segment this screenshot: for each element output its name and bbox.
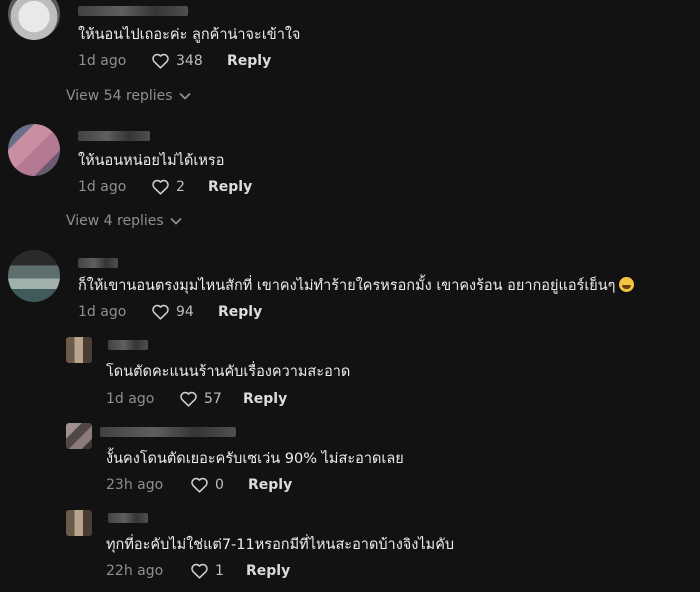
view-replies-label: View 54 replies bbox=[66, 88, 173, 104]
avatar[interactable] bbox=[8, 0, 60, 40]
view-replies-button[interactable]: View 4 replies bbox=[66, 213, 182, 229]
avatar[interactable] bbox=[66, 510, 92, 536]
comment-time: 1d ago bbox=[78, 52, 127, 69]
heart-outline-icon bbox=[191, 477, 208, 493]
comment-text: ก็ให้เขานอนตรงมุมไหนสักที่ เขาคงไม่ทำร้า… bbox=[78, 278, 616, 294]
like-button[interactable]: 348 bbox=[151, 52, 227, 69]
comment-meta: 22h ago 1 Reply bbox=[106, 562, 290, 579]
comment-text: โดนตัดคะแนนร้านคับเรื่องความสะอาด bbox=[106, 364, 351, 380]
like-count: 57 bbox=[204, 390, 222, 407]
reply-button[interactable]: Reply bbox=[246, 563, 290, 579]
like-count: 94 bbox=[176, 303, 194, 320]
heart-outline-icon bbox=[152, 53, 169, 69]
comment-text: งั้นคงโดนตัดเยอะครับเซเว่น 90% ไม่สะอาดเ… bbox=[106, 451, 404, 467]
comment-meta: 1d ago 94 Reply bbox=[78, 303, 262, 320]
username-blurred[interactable] bbox=[108, 340, 148, 350]
username-blurred[interactable] bbox=[78, 6, 188, 16]
like-count: 1 bbox=[215, 562, 224, 579]
like-button[interactable]: 94 bbox=[151, 303, 218, 320]
like-button[interactable]: 0 bbox=[190, 476, 248, 493]
comment-meta: 1d ago 57 Reply bbox=[106, 390, 287, 407]
avatar[interactable] bbox=[66, 423, 92, 449]
like-button[interactable]: 57 bbox=[179, 390, 243, 407]
reply-button[interactable]: Reply bbox=[208, 179, 252, 195]
like-count: 348 bbox=[176, 52, 203, 69]
view-replies-button[interactable]: View 54 replies bbox=[66, 88, 191, 104]
username-blurred[interactable] bbox=[78, 258, 118, 268]
username-blurred[interactable] bbox=[100, 427, 236, 437]
comment-time: 22h ago bbox=[106, 562, 164, 579]
like-button[interactable]: 2 bbox=[151, 178, 208, 195]
heart-outline-icon bbox=[191, 563, 208, 579]
avatar[interactable] bbox=[66, 337, 92, 363]
heart-outline-icon bbox=[152, 304, 169, 320]
reply-button[interactable]: Reply bbox=[227, 53, 271, 69]
avatar[interactable] bbox=[8, 124, 60, 176]
reply-button[interactable]: Reply bbox=[218, 304, 262, 320]
reply-button[interactable]: Reply bbox=[248, 477, 292, 493]
comment-time: 1d ago bbox=[78, 303, 127, 320]
reply-button[interactable]: Reply bbox=[243, 391, 287, 407]
username-blurred[interactable] bbox=[78, 131, 150, 141]
like-button[interactable]: 1 bbox=[190, 562, 246, 579]
heart-outline-icon bbox=[152, 179, 169, 195]
comment-text-row: ก็ให้เขานอนตรงมุมไหนสักที่ เขาคงไม่ทำร้า… bbox=[78, 274, 635, 297]
username-blurred[interactable] bbox=[108, 513, 148, 523]
comment-time: 1d ago bbox=[78, 178, 127, 195]
chevron-down-icon bbox=[178, 92, 191, 100]
comment-text: ทุกที่อะคับไม่ใช่แต่7-11หรอกมีที่ไหนสะอา… bbox=[106, 537, 455, 553]
like-count: 0 bbox=[215, 476, 224, 493]
comment-meta: 1d ago 348 Reply bbox=[78, 52, 271, 69]
comment-meta: 23h ago 0 Reply bbox=[106, 476, 292, 493]
comment-time: 1d ago bbox=[106, 390, 155, 407]
heart-outline-icon bbox=[180, 391, 197, 407]
comment-text: ให้นอนไปเถอะค่ะ ลูกค้าน่าจะเข้าใจ bbox=[78, 27, 301, 43]
grinning-face-emoji bbox=[619, 277, 635, 292]
avatar[interactable] bbox=[8, 250, 60, 302]
comment-time: 23h ago bbox=[106, 476, 164, 493]
view-replies-label: View 4 replies bbox=[66, 213, 164, 229]
comment-meta: 1d ago 2 Reply bbox=[78, 178, 252, 195]
comments-panel: ให้นอนไปเถอะค่ะ ลูกค้าน่าจะเข้าใจ 1d ago… bbox=[0, 0, 700, 592]
chevron-down-icon bbox=[170, 217, 182, 225]
like-count: 2 bbox=[176, 178, 185, 195]
comment-text: ให้นอนหน่อยไม่ได้เหรอ bbox=[78, 153, 225, 169]
